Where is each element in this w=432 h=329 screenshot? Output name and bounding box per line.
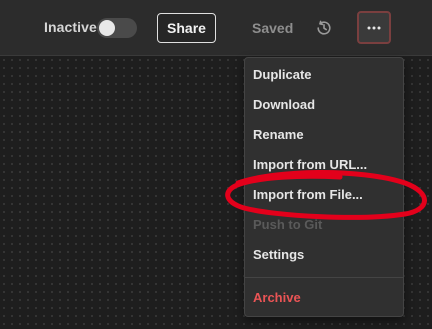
history-icon-graphic xyxy=(317,20,331,35)
menu-item-duplicate[interactable]: Duplicate xyxy=(253,63,395,87)
active-status-label: Inactive xyxy=(44,19,97,35)
menu-divider xyxy=(245,277,403,278)
history-icon[interactable] xyxy=(315,19,333,37)
menu-item-rename[interactable]: Rename xyxy=(253,123,395,147)
menu-item-settings[interactable]: Settings xyxy=(253,243,395,267)
more-options-menu: Duplicate Download Rename Import from UR… xyxy=(244,57,404,317)
top-toolbar: Inactive Share Saved xyxy=(0,0,432,56)
editor-canvas[interactable]: Inactive Share Saved Duplicate Download … xyxy=(0,0,432,329)
active-toggle[interactable] xyxy=(97,18,137,38)
menu-item-import-from-url[interactable]: Import from URL... xyxy=(253,153,395,177)
menu-item-download[interactable]: Download xyxy=(253,93,395,117)
menu-item-push-to-git: Push to Git xyxy=(253,217,323,232)
toggle-knob xyxy=(99,20,115,36)
menu-item-import-from-file[interactable]: Import from File... xyxy=(253,183,395,207)
more-options-button[interactable] xyxy=(357,11,391,44)
ellipsis-icon xyxy=(367,26,381,29)
menu-item-archive[interactable]: Archive xyxy=(253,286,395,310)
saved-status-label: Saved xyxy=(252,20,294,36)
share-button[interactable]: Share xyxy=(157,13,216,43)
